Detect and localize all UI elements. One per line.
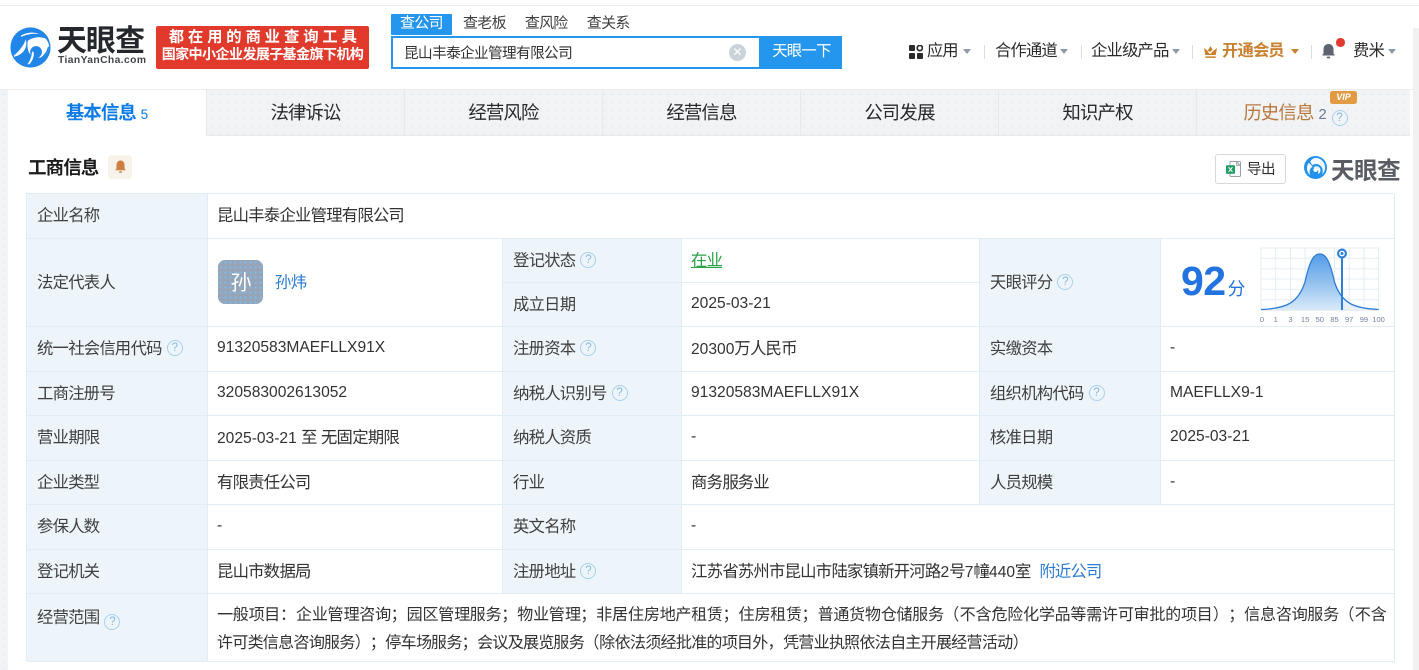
svg-text:97: 97 (1345, 315, 1353, 324)
svg-text:100: 100 (1372, 315, 1385, 324)
svg-text:85: 85 (1330, 315, 1338, 324)
svg-text:50: 50 (1315, 315, 1323, 324)
svg-text:15: 15 (1301, 315, 1309, 324)
svg-text:3: 3 (1288, 315, 1292, 324)
svg-text:99: 99 (1359, 315, 1367, 324)
svg-text:1: 1 (1273, 315, 1277, 324)
svg-text:0: 0 (1260, 315, 1264, 324)
